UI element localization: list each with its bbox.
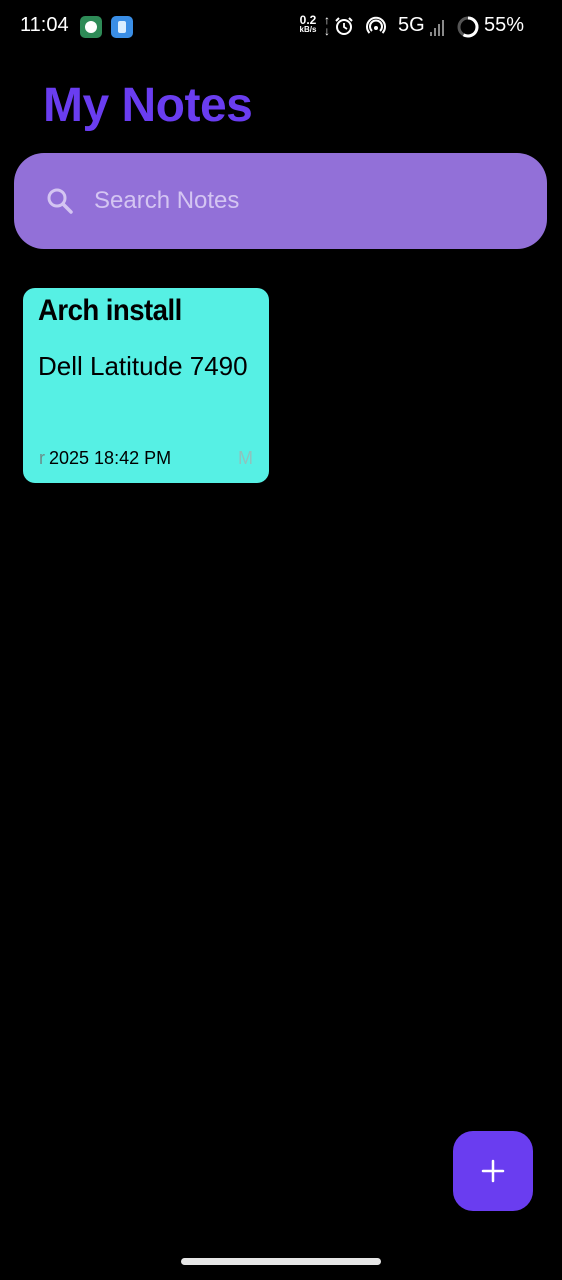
page-title: My Notes [43, 79, 253, 132]
app-icon-blue [111, 16, 133, 38]
status-bar: 11:04 0.2 kB/s ↑ ↓ 5G 55% [0, 0, 562, 54]
search-input[interactable] [94, 180, 514, 222]
note-date-clipped-right: M [238, 448, 253, 468]
note-body: Dell Latitude 7490 [38, 351, 248, 381]
network-speed: 0.2 kB/s [296, 13, 320, 34]
network-speed-unit: kB/s [299, 25, 317, 34]
app-icon-green [80, 16, 102, 38]
note-date-strip: 2025 18:42 PM r M [39, 446, 253, 470]
gesture-bar[interactable] [181, 1258, 381, 1265]
add-note-button[interactable] [453, 1131, 533, 1211]
note-date-clipped-left: r [39, 448, 45, 468]
network-speed-value: 0.2 [299, 13, 317, 27]
note-title: Arch install [38, 294, 182, 327]
signal-icon [430, 20, 444, 36]
plus-icon [481, 1159, 505, 1183]
alarm-icon [335, 17, 353, 35]
hotspot-icon [366, 16, 386, 34]
battery-ring-icon [457, 16, 479, 38]
data-arrows-icon: ↑ ↓ [324, 13, 330, 38]
note-date: 2025 18:42 PM [49, 448, 172, 468]
status-time: 11:04 [20, 14, 69, 36]
network-type: 5G [398, 14, 425, 36]
note-card[interactable]: Arch install Dell Latitude 7490 2025 18:… [23, 288, 269, 483]
battery-percent: 55% [484, 14, 525, 36]
search-icon [47, 188, 73, 214]
